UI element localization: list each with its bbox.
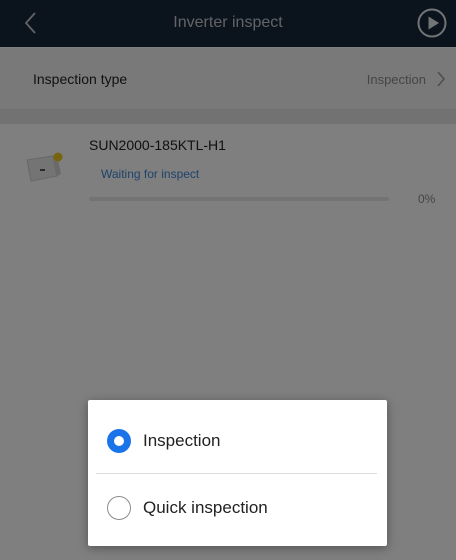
option-inspection[interactable]: Inspection [88,407,387,473]
option-label: Inspection [143,431,221,450]
radio-unselected-icon[interactable] [107,496,131,520]
radio-selected-icon[interactable] [107,429,131,453]
option-quick-inspection[interactable]: Quick inspection [88,474,387,540]
inspection-type-dialog: Inspection Quick inspection [88,400,387,546]
option-label: Quick inspection [143,498,268,517]
